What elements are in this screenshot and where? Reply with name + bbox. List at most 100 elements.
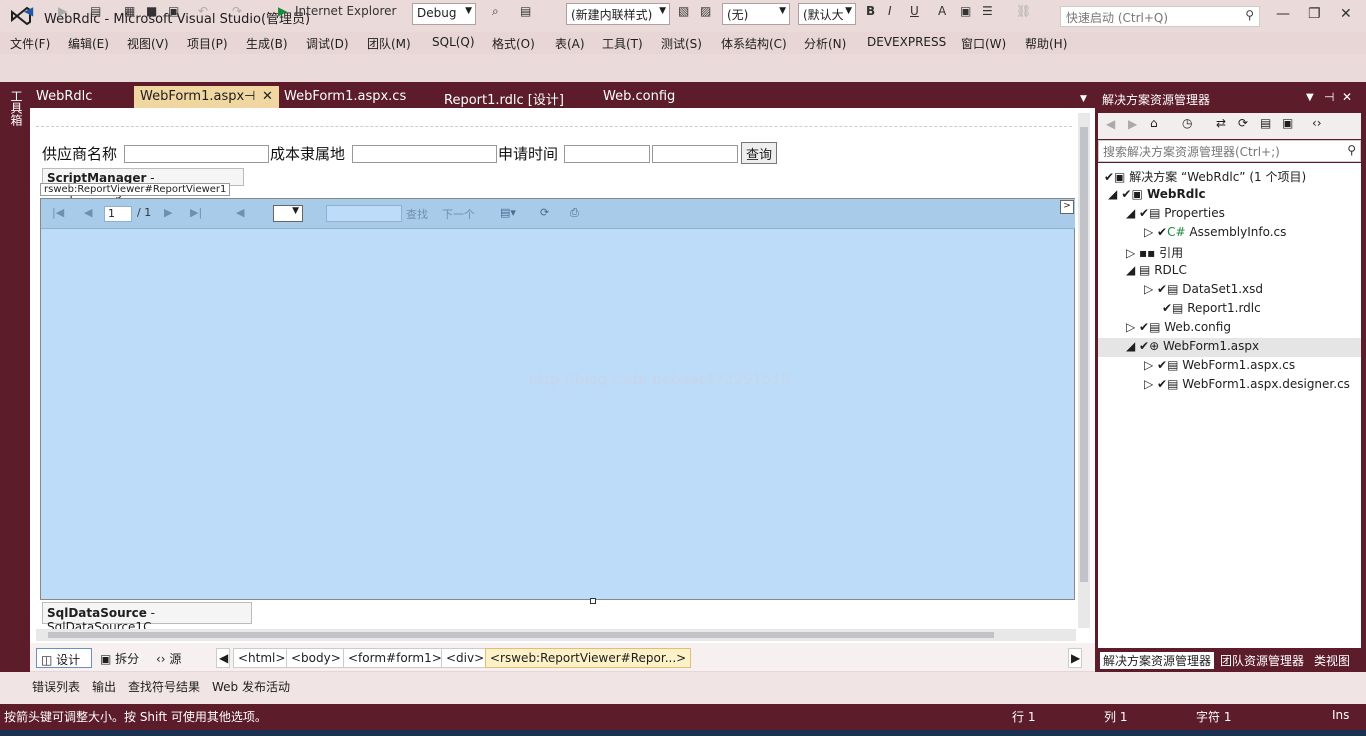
find-icon[interactable]: ⌕ — [492, 4, 499, 24]
last-page-icon[interactable]: ▶| — [190, 206, 202, 219]
refresh-icon[interactable]: ⟳ — [540, 206, 549, 219]
collapse-icon[interactable]: ▤ — [1260, 116, 1271, 130]
italic-icon[interactable]: I — [888, 4, 892, 24]
format-icon[interactable]: ▤ — [520, 4, 531, 24]
back-icon[interactable]: ◀ — [1106, 117, 1115, 131]
underline-icon[interactable]: U — [910, 4, 919, 24]
smart-tag-icon[interactable]: > — [1060, 200, 1074, 214]
redo-icon[interactable]: ↷ — [232, 4, 242, 24]
tree-rdlc-folder[interactable]: ◢ ▤ RDLC — [1126, 263, 1187, 277]
close-window-button[interactable]: ✕ — [1340, 6, 1352, 22]
pin-icon[interactable]: ⊣ — [1324, 90, 1334, 104]
history-icon[interactable]: ◷ — [1182, 116, 1192, 130]
new-project-icon[interactable]: ▤ — [90, 4, 101, 24]
supplier-input[interactable] — [124, 145, 269, 163]
menu-view[interactable]: 视图(V) — [127, 35, 169, 52]
menu-table[interactable]: 表(A) — [555, 35, 585, 52]
tree-web-config[interactable]: ▷ ✔▤ Web.config — [1126, 320, 1231, 334]
tree-webform-aspx[interactable]: ◢ ✔⊕ WebForm1.aspx — [1126, 339, 1259, 353]
menu-sql[interactable]: SQL(Q) — [432, 35, 475, 49]
quick-launch-input[interactable]: 快速启动 (Ctrl+Q) ⚲ — [1060, 6, 1260, 27]
forward-icon[interactable]: ▶ — [1128, 117, 1137, 131]
refresh-icon[interactable]: ⟳ — [1238, 116, 1248, 130]
close-panel-icon[interactable]: ✕ — [1342, 90, 1352, 104]
tab-solution-explorer[interactable]: 解决方案资源管理器 — [1100, 652, 1215, 669]
sync-icon[interactable]: ⇄ — [1216, 116, 1226, 130]
tree-report[interactable]: ✔▤ Report1.rdlc — [1162, 301, 1261, 315]
menu-architecture[interactable]: 体系结构(C) — [721, 35, 787, 52]
tab-webrdlc[interactable]: WebRdlc — [30, 86, 98, 108]
code-icon[interactable]: ‹› — [1312, 116, 1322, 130]
open-icon[interactable]: ▦ — [124, 4, 135, 24]
save-all-icon[interactable]: ▣ — [168, 4, 179, 24]
tab-webform1-cs[interactable]: WebForm1.aspx.cs — [278, 86, 412, 108]
show-all-icon[interactable]: ▣ — [1282, 116, 1293, 130]
minimize-button[interactable]: — — [1276, 6, 1290, 22]
menu-test[interactable]: 测试(S) — [661, 35, 702, 52]
export-icon[interactable]: ▤▾ — [500, 206, 516, 219]
pin-icon[interactable]: ⊣ — [244, 89, 255, 104]
tab-overflow-icon[interactable]: ▼ — [1080, 94, 1087, 104]
menu-team[interactable]: 团队(M) — [367, 35, 411, 52]
menu-debug[interactable]: 调试(D) — [306, 35, 349, 52]
find-input[interactable] — [326, 205, 402, 222]
tree-properties[interactable]: ◢ ✔▤ Properties — [1126, 206, 1225, 220]
split-view-button[interactable]: ▣ 拆分 — [96, 648, 146, 668]
font-select[interactable]: (无) ▼ — [722, 3, 790, 25]
query-button[interactable]: 查询 — [741, 142, 778, 164]
resize-handle[interactable] — [590, 598, 596, 604]
run-browser-button[interactable]: Internet Explorer — [295, 4, 396, 24]
dropdown-icon[interactable]: ▼ — [1306, 92, 1314, 103]
tree-dataset[interactable]: ▷ ✔▤ DataSet1.xsd — [1144, 282, 1263, 296]
run-icon[interactable]: ▶ — [278, 4, 287, 24]
style-manage-icon[interactable]: ▨ — [700, 4, 711, 24]
zoom-select[interactable]: ▼ — [273, 205, 303, 222]
home-icon[interactable]: ⌂ — [1150, 116, 1158, 130]
tree-webform-cs[interactable]: ▷ ✔▤ WebForm1.aspx.cs — [1144, 358, 1295, 372]
print-icon[interactable]: ⎙ — [570, 206, 579, 220]
tree-webform-designer[interactable]: ▷ ✔▤ WebForm1.aspx.designer.cs — [1144, 377, 1350, 391]
style-select[interactable]: (新建内联样式) ▼ — [566, 3, 670, 25]
link-icon[interactable]: ⛓ — [1016, 4, 1031, 24]
find-link[interactable]: 查找 — [406, 206, 428, 222]
vertical-scrollbar[interactable] — [1078, 113, 1090, 628]
tab-find-symbol[interactable]: 查找符号结果 — [128, 678, 200, 695]
font-size-select[interactable]: (默认大 ▼ — [798, 3, 856, 25]
tab-web-publish[interactable]: Web 发布活动 — [212, 678, 290, 695]
maximize-button[interactable]: ❐ — [1308, 6, 1321, 22]
tab-web-config[interactable]: Web.config — [597, 86, 681, 108]
tab-error-list[interactable]: 错误列表 — [32, 678, 80, 695]
crumb-div[interactable]: <div> — [441, 648, 490, 668]
menu-analyze[interactable]: 分析(N) — [804, 35, 846, 52]
undo-icon[interactable]: ↶ — [198, 4, 208, 24]
tree-solution[interactable]: ✔▣ 解决方案 “WebRdlc” (1 个项目) — [1104, 168, 1306, 185]
menu-help[interactable]: 帮助(H) — [1025, 35, 1067, 52]
back-parent-icon[interactable]: ◀ — [236, 206, 244, 219]
forward-icon[interactable]: ▶ — [58, 4, 67, 24]
close-tab-icon[interactable]: ✕ — [262, 89, 273, 104]
tree-references[interactable]: ▷ ▪▪ 引用 — [1126, 244, 1183, 261]
date-start-input[interactable] — [564, 145, 650, 163]
first-page-icon[interactable]: |◀ — [52, 206, 64, 219]
toolbox-tab[interactable]: 工具箱 — [0, 82, 30, 672]
back-icon[interactable]: ◀ — [24, 4, 33, 24]
find-next-link[interactable]: 下一个 — [442, 206, 475, 222]
align-icon[interactable]: ☰ — [982, 4, 993, 24]
crumb-html[interactable]: <html> — [233, 648, 291, 668]
highlight-icon[interactable]: ▣ — [960, 4, 971, 24]
horizontal-scrollbar[interactable] — [36, 629, 1076, 641]
tab-output[interactable]: 输出 — [92, 678, 116, 695]
menu-tools[interactable]: 工具(T) — [602, 35, 643, 52]
crumb-right-icon[interactable]: ▶ — [1068, 648, 1082, 668]
save-icon[interactable]: ■ — [146, 4, 157, 24]
crumb-form[interactable]: <form#form1> — [343, 648, 447, 668]
menu-devexpress[interactable]: DEVEXPRESS — [867, 35, 946, 49]
menu-edit[interactable]: 编辑(E) — [68, 35, 109, 52]
menu-project[interactable]: 项目(P) — [187, 35, 228, 52]
design-view-button[interactable]: ◫ 设计 — [36, 648, 92, 668]
menu-format[interactable]: 格式(O) — [492, 35, 535, 52]
next-page-icon[interactable]: ▶ — [164, 206, 172, 219]
config-select[interactable]: Debug ▼ — [412, 3, 476, 25]
tab-webform1-aspx[interactable]: WebForm1.aspx ⊣ ✕ — [134, 86, 279, 108]
prev-page-icon[interactable]: ◀ — [84, 206, 92, 219]
